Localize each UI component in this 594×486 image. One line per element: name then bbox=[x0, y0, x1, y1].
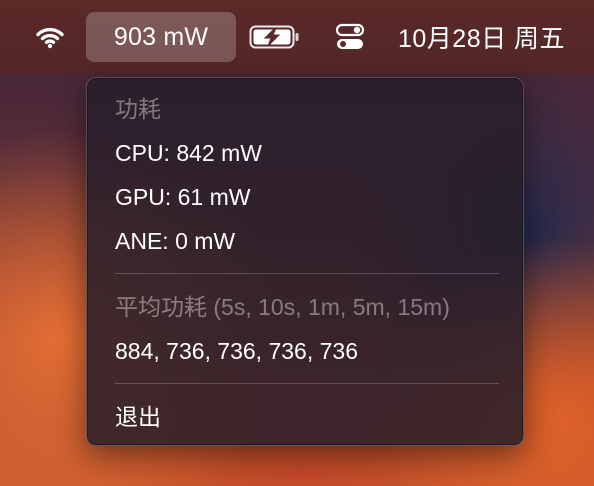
control-center-icon[interactable] bbox=[332, 0, 368, 74]
wifi-icon[interactable] bbox=[30, 0, 70, 74]
menu-separator bbox=[115, 273, 499, 274]
battery-charging-icon[interactable] bbox=[248, 0, 302, 74]
average-power-header: 平均功耗 (5s, 10s, 1m, 5m, 15m) bbox=[115, 294, 450, 320]
menu-bar: 903 mW 10月28日 周五 bbox=[0, 0, 594, 74]
menubar-clock[interactable]: 10月28日 周五 bbox=[398, 0, 580, 74]
power-section-header: 功耗 bbox=[115, 96, 161, 122]
power-dropdown-menu: 功耗 CPU: 842 mW GPU: 61 mW ANE: 0 mW 平均功耗… bbox=[86, 77, 524, 446]
ane-power-item[interactable]: ANE: 0 mW bbox=[115, 226, 235, 256]
quit-menu-item[interactable]: 退出 bbox=[115, 402, 161, 432]
power-status-label: 903 mW bbox=[113, 22, 209, 51]
datetime-label: 10月28日 周五 bbox=[398, 25, 566, 53]
average-power-values[interactable]: 884, 736, 736, 736, 736 bbox=[115, 336, 358, 366]
menu-separator bbox=[115, 383, 499, 384]
cpu-power-item[interactable]: CPU: 842 mW bbox=[115, 138, 262, 168]
gpu-power-item[interactable]: GPU: 61 mW bbox=[115, 182, 250, 212]
power-status-button[interactable]: 903 mW bbox=[86, 12, 236, 62]
